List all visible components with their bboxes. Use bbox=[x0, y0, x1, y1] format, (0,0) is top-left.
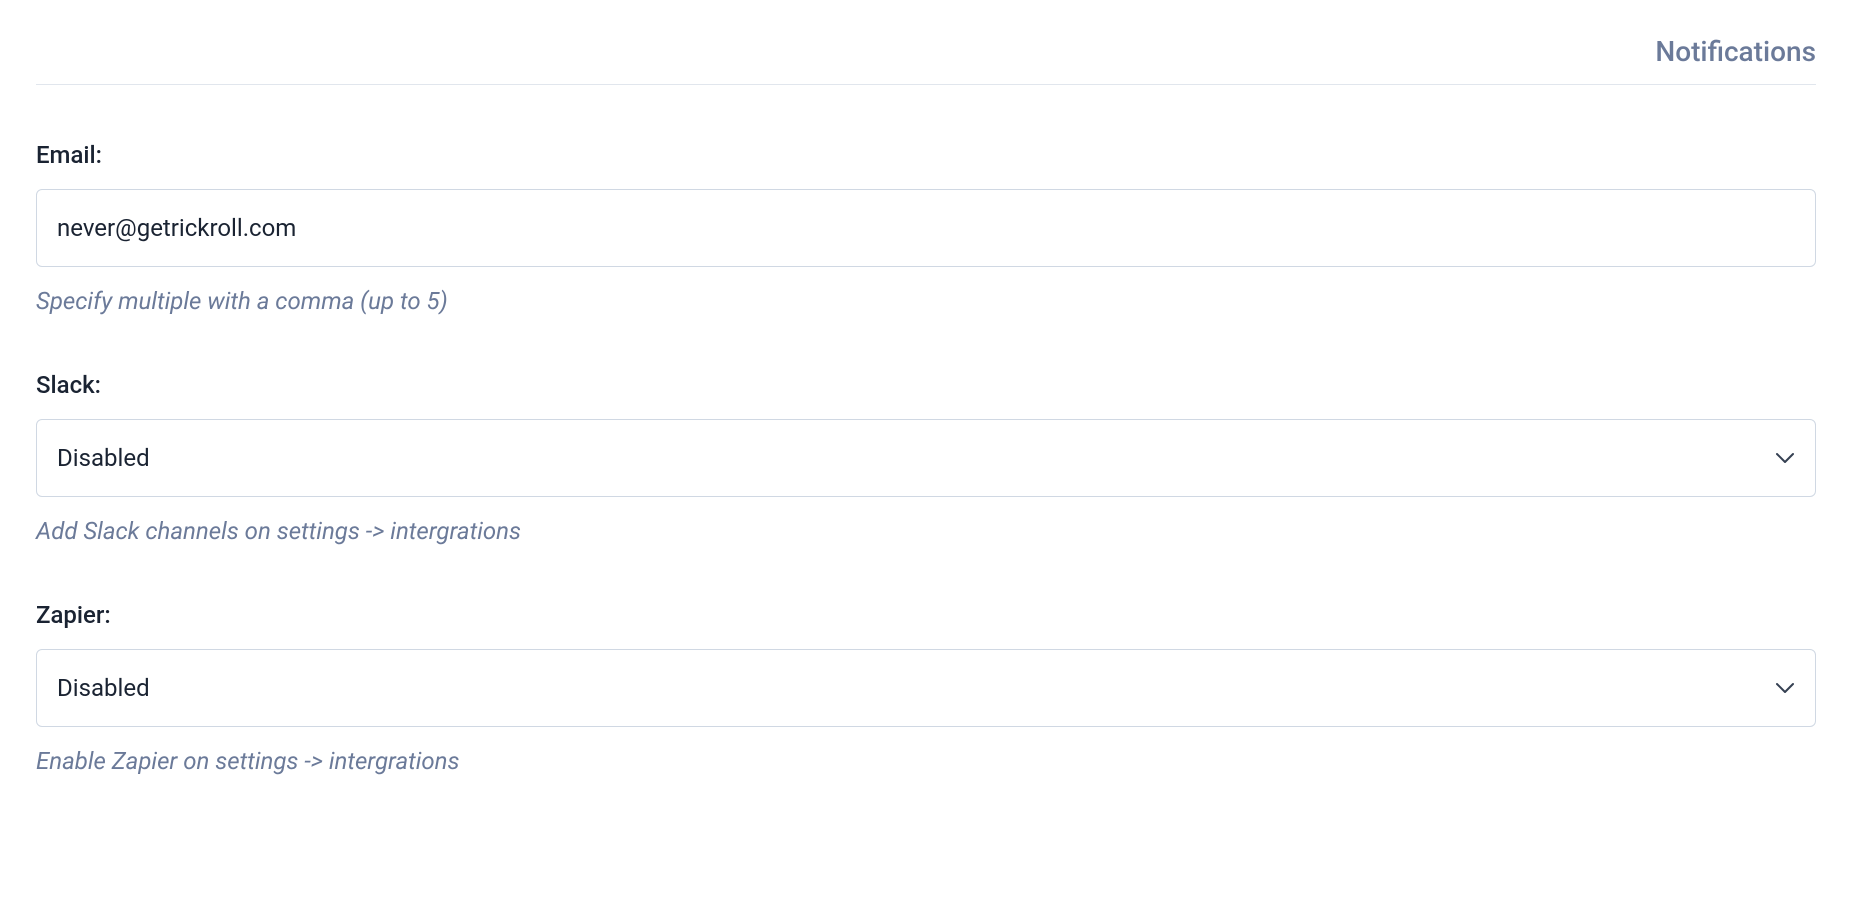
zapier-select[interactable]: Disabled bbox=[36, 649, 1816, 727]
slack-group: Slack: Disabled Add Slack channels on se… bbox=[36, 371, 1816, 545]
email-help-text: Specify multiple with a comma (up to 5) bbox=[36, 287, 1816, 315]
chevron-down-icon bbox=[1775, 452, 1795, 464]
zapier-group: Zapier: Disabled Enable Zapier on settin… bbox=[36, 601, 1816, 775]
email-input[interactable] bbox=[36, 189, 1816, 267]
section-title: Notifications bbox=[36, 35, 1816, 85]
zapier-selected-value: Disabled bbox=[57, 674, 150, 702]
chevron-down-icon bbox=[1775, 682, 1795, 694]
zapier-label: Zapier: bbox=[36, 601, 1816, 629]
email-group: Email: Specify multiple with a comma (up… bbox=[36, 141, 1816, 315]
slack-label: Slack: bbox=[36, 371, 1816, 399]
slack-select[interactable]: Disabled bbox=[36, 419, 1816, 497]
slack-selected-value: Disabled bbox=[57, 444, 150, 472]
zapier-help-text: Enable Zapier on settings -> intergratio… bbox=[36, 747, 1816, 775]
email-label: Email: bbox=[36, 141, 1816, 169]
slack-help-text: Add Slack channels on settings -> interg… bbox=[36, 517, 1816, 545]
